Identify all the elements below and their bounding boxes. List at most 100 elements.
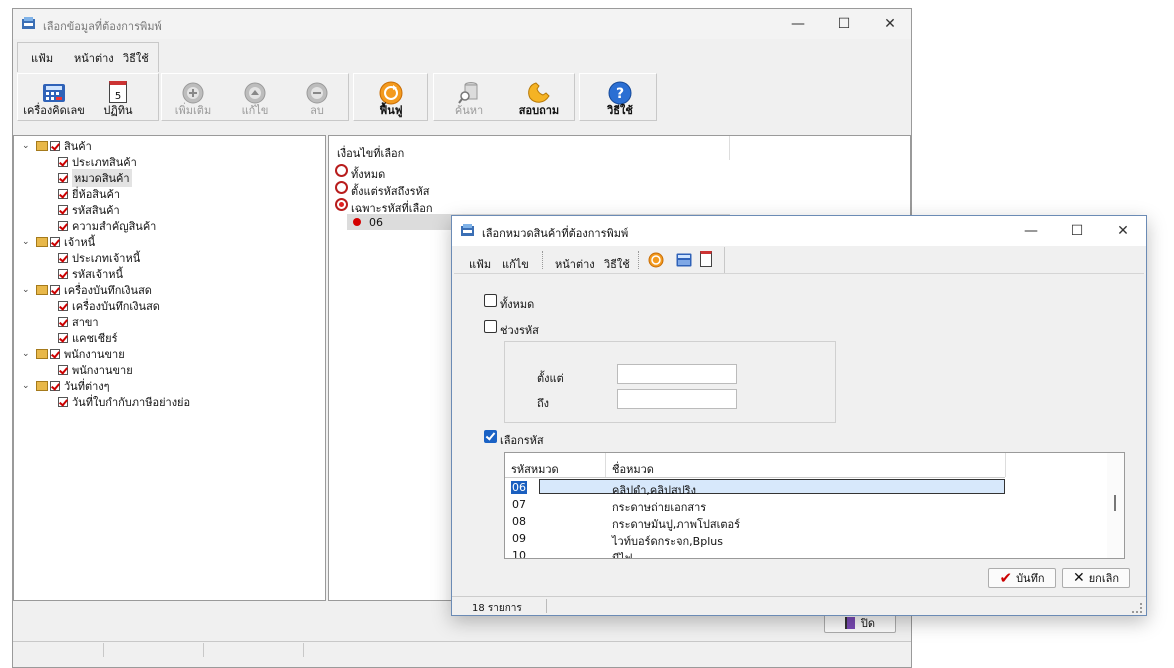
main-status-bar: [13, 641, 911, 642]
menu-file[interactable]: แฟ้ม: [31, 49, 53, 67]
table-row-selected[interactable]: 06 คลิปดำ,คลิปสปริง: [505, 479, 1106, 497]
tree-item[interactable]: ประเภทสินค้า: [58, 154, 137, 170]
calendar-icon[interactable]: [700, 251, 712, 267]
edit-label: แก้ไข: [241, 104, 269, 117]
main-window-title: เลือกข้อมูลที่ต้องการพิมพ์: [43, 20, 162, 33]
dialog-menu-file[interactable]: แฟ้ม: [469, 255, 491, 273]
menu-help[interactable]: วิธีใช้: [123, 49, 149, 67]
check-icon: [58, 269, 68, 279]
tree-item-selected[interactable]: หมวดสินค้า: [58, 169, 132, 187]
col-code-header[interactable]: รหัสหมวด: [511, 460, 559, 478]
calculator-button[interactable]: เครื่องคิดเลข: [17, 77, 91, 121]
chevron-down-icon[interactable]: ⌄: [22, 381, 32, 391]
table-row[interactable]: 08 กระดาษมันปู,ภาพโปสเตอร์: [505, 513, 1106, 531]
table-row[interactable]: 09 ไวท์บอร์ดกระจก,Bplus: [505, 530, 1106, 548]
folder-icon: [36, 237, 48, 247]
cancel-button[interactable]: ✕ ยกเลิก: [1062, 568, 1130, 588]
all-label: ทั้งหมด: [500, 298, 535, 311]
check-icon: [50, 349, 60, 359]
check-icon: [58, 253, 68, 263]
edit-button[interactable]: แก้ไข: [227, 77, 283, 121]
check-icon: [50, 285, 60, 295]
calendar-button[interactable]: 5 ปฏิทิน: [93, 77, 143, 121]
tree-item[interactable]: ประเภทเจ้าหนี้: [58, 250, 140, 266]
inquiry-label: สอบถาม: [518, 104, 560, 117]
tree-item[interactable]: ความสำคัญสินค้า: [58, 218, 156, 234]
grid-scrollbar[interactable]: [1107, 453, 1124, 558]
svg-text:?: ?: [616, 86, 624, 102]
tree-item[interactable]: วันที่ใบกำกับภาษีอย่างย่อ: [58, 394, 190, 410]
main-close-button[interactable]: ปิด: [824, 613, 896, 633]
tree-item[interactable]: เครื่องบันทึกเงินสด: [58, 298, 160, 314]
tree-item[interactable]: สาขา: [58, 314, 99, 330]
dialog-menu-help[interactable]: วิธีใช้: [604, 255, 630, 273]
tree-node-creditor[interactable]: ⌄ เจ้าหนี้: [22, 234, 95, 250]
dialog-window: เลือกหมวดสินค้าที่ต้องการพิมพ์ — ☐ ✕ แฟ้…: [451, 215, 1147, 616]
range-checkbox[interactable]: [484, 320, 497, 333]
app-icon: [461, 224, 474, 236]
tree-item[interactable]: ยี่ห้อสินค้า: [58, 186, 120, 202]
select-code-checkbox[interactable]: [484, 430, 497, 443]
table-row[interactable]: 10 มีไฟ: [505, 547, 1106, 559]
row-code: 10: [512, 549, 526, 559]
scrollbar-thumb[interactable]: [1114, 495, 1116, 511]
chevron-down-icon[interactable]: ⌄: [22, 349, 32, 359]
dialog-close-button[interactable]: ✕: [1100, 216, 1146, 246]
tree-item[interactable]: พนักงานขาย: [58, 362, 133, 378]
chevron-down-icon[interactable]: ⌄: [22, 237, 32, 247]
dialog-menubar: แฟ้ม แก้ไข หน้าต่าง วิธีใช้: [454, 247, 1144, 274]
dialog-maximize-button[interactable]: ☐: [1054, 216, 1100, 246]
chevron-down-icon[interactable]: ⌄: [22, 285, 32, 295]
chevron-down-icon[interactable]: ⌄: [22, 141, 32, 151]
save-button[interactable]: ✔ บันทึก: [988, 568, 1056, 588]
dialog-menu-window[interactable]: หน้าต่าง: [555, 255, 595, 273]
refresh-icon[interactable]: [648, 252, 664, 268]
radio-all[interactable]: [335, 164, 348, 177]
row-code: 08: [512, 515, 526, 528]
dialog-menu-edit[interactable]: แก้ไข: [502, 255, 529, 273]
add-button[interactable]: เพิ่มเติม: [165, 77, 221, 121]
row-code: 06: [511, 481, 527, 494]
tree-node-cash-register[interactable]: ⌄ เครื่องบันทึกเงินสด: [22, 282, 152, 298]
refresh-button[interactable]: ฟื้นฟู: [358, 77, 424, 121]
tree-item[interactable]: แคชเชียร์: [58, 330, 118, 346]
range-box: ตั้งแต่ ถึง: [504, 341, 836, 423]
inquiry-button[interactable]: สอบถาม: [507, 77, 571, 121]
calendar-label: ปฏิทิน: [103, 104, 133, 117]
tree-node-product[interactable]: ⌄ สินค้า: [22, 138, 92, 154]
tree-item[interactable]: รหัสเจ้าหนี้: [58, 266, 123, 282]
minimize-button[interactable]: —: [775, 9, 821, 39]
menu-separator: [542, 251, 544, 269]
dialog-minimize-button[interactable]: —: [1008, 216, 1054, 246]
row-name: มีไฟ: [612, 552, 633, 559]
folder-icon: [36, 285, 48, 295]
radio-range[interactable]: [335, 181, 348, 194]
help-label: วิธีใช้: [607, 104, 633, 117]
menu-window[interactable]: หน้าต่าง: [74, 49, 114, 67]
save-label: บันทึก: [1016, 572, 1045, 585]
tree-item[interactable]: รหัสสินค้า: [58, 202, 120, 218]
resize-grip-icon[interactable]: [1132, 603, 1142, 613]
grid-header: รหัสหมวด ชื่อหมวด: [505, 453, 1006, 478]
close-window-button[interactable]: ✕: [867, 9, 913, 39]
to-code-input[interactable]: [617, 389, 737, 409]
from-code-input[interactable]: [617, 364, 737, 384]
delete-button[interactable]: ลบ: [289, 77, 345, 121]
help-button[interactable]: ? วิธีใช้: [591, 77, 649, 121]
calculator-icon[interactable]: [676, 253, 692, 267]
radio-selected-codes[interactable]: [335, 198, 348, 211]
header-divider: [1005, 453, 1006, 477]
tree-node-salesperson[interactable]: ⌄ พนักงานขาย: [22, 346, 125, 362]
maximize-button[interactable]: ☐: [821, 9, 867, 39]
search-button[interactable]: ค้นหา: [441, 77, 497, 121]
all-checkbox[interactable]: [484, 294, 497, 307]
check-icon: [50, 237, 60, 247]
check-icon: [58, 397, 68, 407]
table-row[interactable]: 07 กระดาษถ่ายเอกสาร: [505, 496, 1106, 514]
to-label: ถึง: [537, 397, 550, 410]
col-name-header[interactable]: ชื่อหมวด: [612, 460, 654, 478]
tree-node-dates[interactable]: ⌄ วันที่ต่างๆ: [22, 378, 110, 394]
main-titlebar: เลือกข้อมูลที่ต้องการพิมพ์ — ☐ ✕: [13, 9, 911, 39]
check-icon: [50, 141, 60, 151]
app-icon: [22, 17, 35, 29]
